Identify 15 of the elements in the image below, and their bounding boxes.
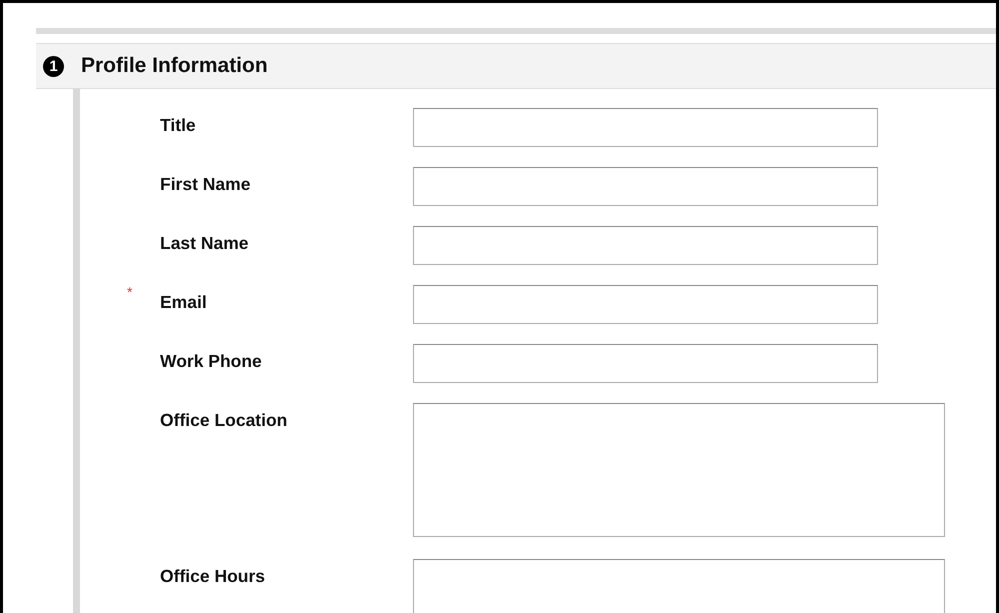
field-label: Last Name [160,232,250,255]
field-label: First Name [160,173,252,196]
step-number: 1 [43,56,64,76]
field-label: Office Location [160,409,288,432]
field-label: Title [160,114,197,137]
input-field[interactable] [413,108,878,147]
input-field[interactable] [413,226,878,265]
section-title: Profile Information [81,53,268,80]
field-label: Work Phone [160,350,263,373]
input-field[interactable] [413,167,878,206]
input-field[interactable] [413,285,878,324]
input-field[interactable] [413,344,878,383]
field-label: Email [160,291,208,314]
field-label: Office Hours [160,565,266,588]
required-mark: * [127,284,132,300]
